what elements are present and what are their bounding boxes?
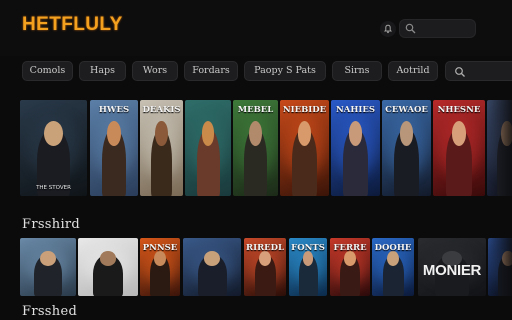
search-box[interactable] [399,19,476,38]
poster-row-top: THE STOVER HWES DEAKIS MEBEL NIEBIDE NAHIES CE… [0,100,512,196]
movie-poster[interactable]: RIREDL [244,238,286,296]
top-bar: HETFLULY [0,0,512,56]
movie-poster[interactable]: MONIER [418,238,486,296]
poster-title: NHESNE [437,106,481,115]
poster-title: PNNSE [142,244,178,253]
poster-face [154,250,166,266]
movie-poster[interactable]: NIEBIDE [280,100,329,196]
movie-poster[interactable]: MEBEL [233,100,278,196]
poster-title: MONIER [422,262,482,280]
movie-poster[interactable]: DOOHE [372,238,414,296]
movie-poster[interactable]: NAHIES [331,100,380,196]
poster-title: FONTS [291,244,325,253]
poster-face [40,250,56,266]
poster-face [107,121,121,147]
movie-poster[interactable]: DEAKIS [140,100,183,196]
genre-chip[interactable]: Sirns [332,61,382,81]
app-logo[interactable]: HETFLULY [22,14,123,36]
movie-poster[interactable] [183,238,241,296]
movie-poster[interactable]: PNNSE [140,238,180,296]
poster-title: FERRE [333,244,367,253]
poster-face [99,250,117,266]
movie-poster[interactable] [78,238,138,296]
genre-chip[interactable]: Aotrild [388,61,438,81]
search-icon [405,23,416,34]
movie-poster[interactable]: FERRE [330,238,370,296]
search-icon [455,67,465,77]
row-title: Frsshed [22,304,78,319]
poster-subtitle: THE STOVER [36,185,71,191]
genre-chip[interactable]: Comols [22,61,73,81]
genre-chip[interactable]: Paopy S Pats [244,61,326,81]
genre-chip[interactable]: Fordars [184,61,238,81]
movie-poster[interactable]: THE STOVER [20,100,87,196]
poster-title: DEAKIS [142,106,181,115]
movie-poster[interactable]: NHESNE [433,100,485,196]
poster-row-second: PNNSE RIREDL FONTS FERRE DOOHE MONIER [0,238,512,296]
poster-face [387,250,399,266]
poster-title: HWES [98,106,130,115]
bell-icon[interactable] [379,20,397,38]
row-fade-edge [486,100,512,196]
genre-chip[interactable]: Haps [79,61,126,81]
poster-face [302,250,314,266]
poster-title: MEBEL [237,106,274,115]
movie-poster[interactable] [20,238,76,296]
poster-face [344,250,356,266]
movie-poster[interactable] [185,100,231,196]
row-fade-edge [486,238,512,296]
poster-face [155,121,168,147]
genre-chip[interactable]: Wors [132,61,178,81]
row-title: Frsshird [22,217,81,232]
movie-poster[interactable]: HWES [90,100,138,196]
search-input[interactable] [419,21,473,36]
movie-poster[interactable]: CEWAOE [382,100,431,196]
poster-title: CEWAOE [385,106,428,115]
poster-title: DOOHE [374,244,412,253]
filter-search-button[interactable] [445,61,512,81]
poster-title: RIREDL [246,244,284,253]
poster-face [203,250,221,266]
poster-title: NIEBIDE [282,106,327,115]
poster-face [259,250,271,266]
poster-face [44,121,63,147]
poster-title: NAHIES [336,106,375,115]
movie-poster[interactable]: FONTS [289,238,327,296]
poster-face [249,121,262,147]
